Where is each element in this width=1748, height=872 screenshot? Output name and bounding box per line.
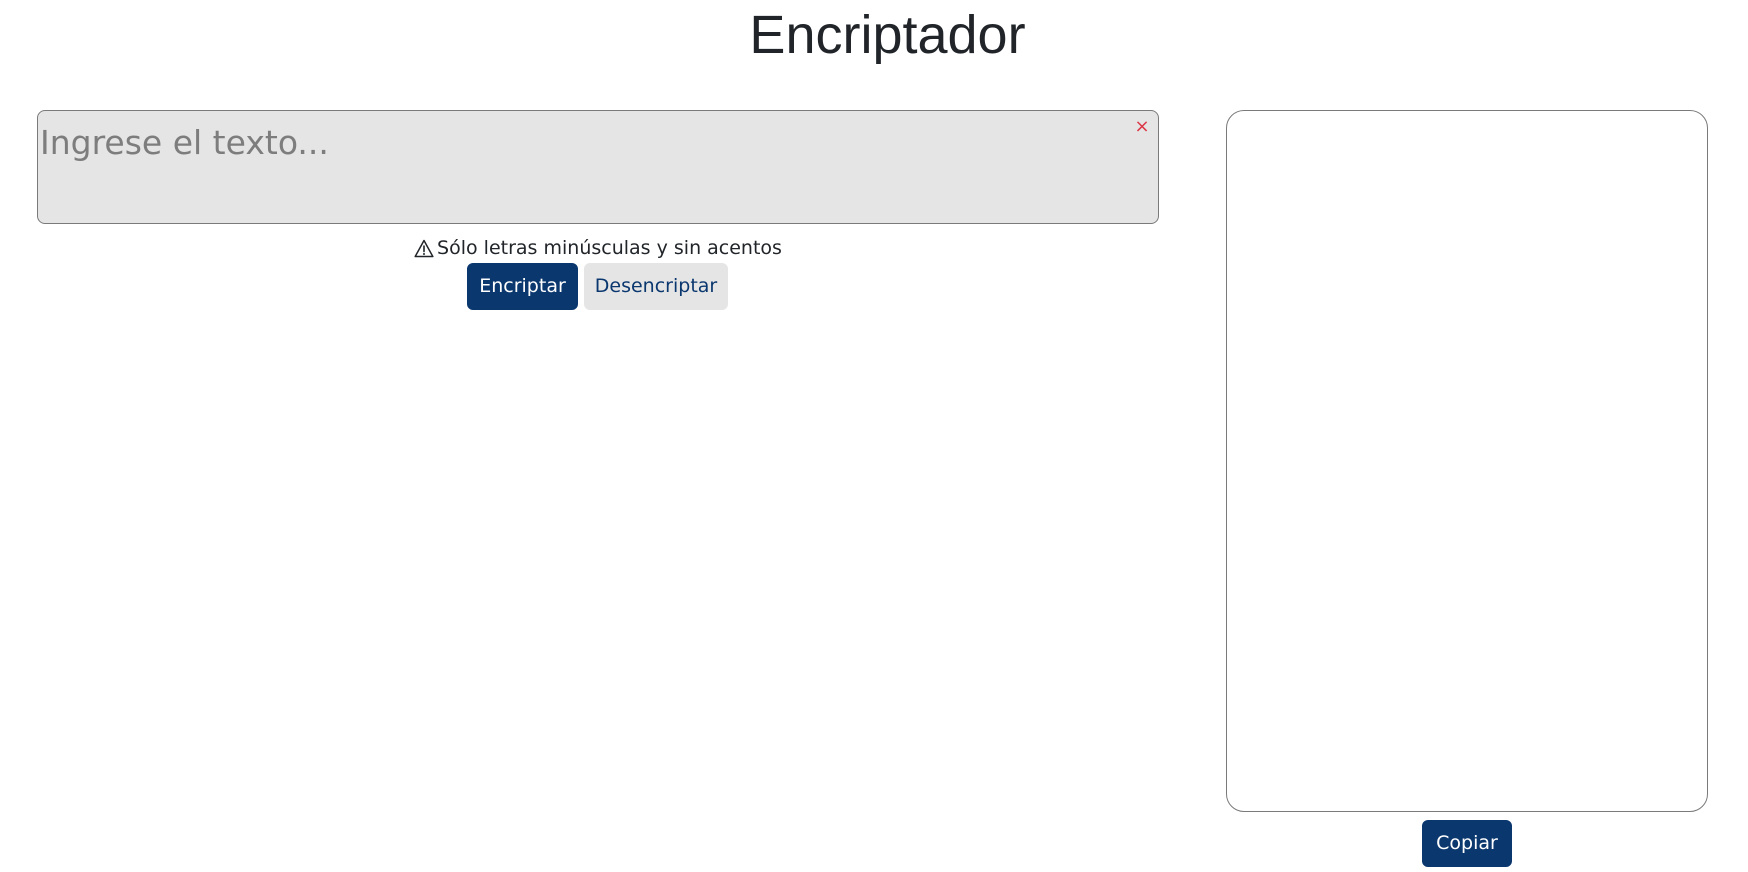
text-input-container: × (37, 110, 1159, 224)
warning-triangle-icon (414, 238, 434, 266)
copy-button[interactable]: Copiar (1422, 820, 1512, 867)
encrypt-button[interactable]: Encriptar (467, 263, 578, 310)
clear-icon[interactable]: × (1131, 116, 1153, 138)
page: Encriptador × Sólo letras minúsculas y s… (0, 0, 1748, 872)
output-textarea[interactable] (1226, 110, 1708, 812)
page-title: Encriptador (749, 5, 1026, 65)
hint-text: Sólo letras minúsculas y sin acentos (437, 237, 782, 259)
decrypt-button[interactable]: Desencriptar (584, 263, 728, 310)
input-hint: Sólo letras minúsculas y sin acentos (37, 234, 1159, 266)
text-input[interactable] (37, 110, 1159, 224)
